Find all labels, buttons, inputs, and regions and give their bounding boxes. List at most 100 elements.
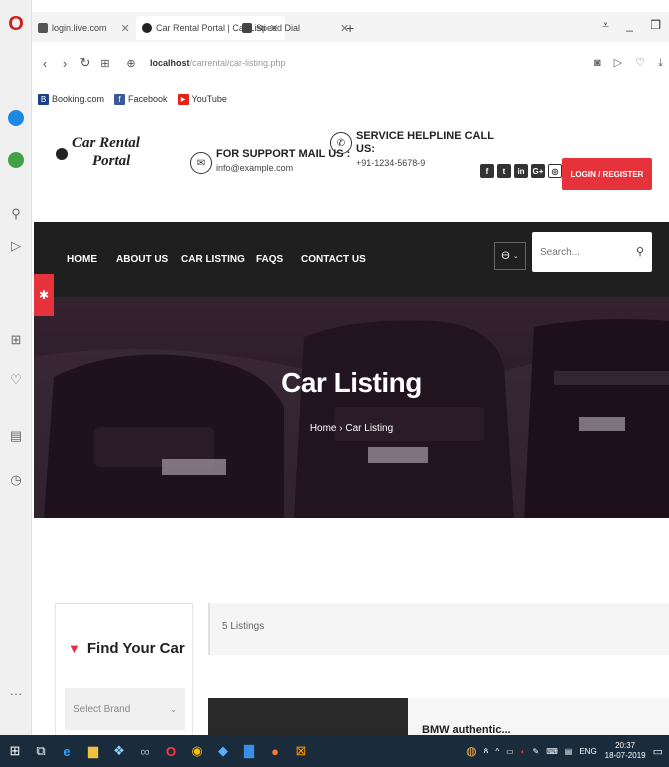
opera-logo-icon[interactable]: O bbox=[6, 13, 26, 35]
help-icon[interactable]: ◍ bbox=[466, 744, 476, 758]
site-logo[interactable]: Car Rental Portal bbox=[56, 134, 140, 170]
news-icon[interactable]: ▤ bbox=[6, 426, 26, 446]
search-icon[interactable]: ⚲ bbox=[636, 245, 644, 258]
language-indicator[interactable]: ENG bbox=[579, 747, 596, 756]
settings-gear-button[interactable]: ✱ bbox=[34, 274, 54, 316]
nav-about[interactable]: ABOUT US bbox=[116, 254, 168, 265]
word-icon[interactable]: ▇ bbox=[238, 740, 260, 762]
minimize-icon[interactable]: _ bbox=[626, 18, 633, 32]
speed-dial-icon[interactable]: ⊞ bbox=[6, 330, 26, 350]
tab-favicon-icon bbox=[242, 23, 252, 33]
instagram-icon[interactable]: ◎ bbox=[548, 164, 562, 178]
tab-favicon-icon bbox=[142, 23, 152, 33]
whatsapp-icon[interactable] bbox=[6, 150, 26, 170]
filter-panel: ▼ Find Your Car Select Brand ⌄ bbox=[55, 603, 193, 735]
maximize-icon[interactable]: ❐ bbox=[650, 18, 661, 32]
nav-car-listing[interactable]: CAR LISTING bbox=[181, 254, 245, 265]
twitter-icon[interactable]: t bbox=[497, 164, 511, 178]
edge-icon[interactable]: e bbox=[56, 740, 78, 762]
chrome-icon[interactable]: ◉ bbox=[186, 740, 208, 762]
page-banner: Car Listing Home › Car Listing bbox=[34, 297, 669, 518]
pen-icon[interactable]: ✎ bbox=[533, 747, 540, 756]
booking-icon: B bbox=[38, 93, 49, 105]
listing-title[interactable]: BMW authentic... bbox=[422, 724, 511, 735]
people-icon[interactable]: ጰ bbox=[484, 746, 489, 756]
helpline-title: SERVICE HELPLINE CALL bbox=[356, 130, 494, 142]
tab-menu-icon[interactable]: ⩡ bbox=[602, 18, 609, 32]
download-icon[interactable]: ⤓ bbox=[658, 57, 663, 69]
main-nav: HOME ABOUT US CAR LISTING FAQS CONTACT U… bbox=[34, 222, 669, 297]
more-icon[interactable]: … bbox=[6, 680, 26, 700]
messenger-icon[interactable] bbox=[6, 108, 26, 128]
linkedin-icon[interactable]: in bbox=[514, 164, 528, 178]
app-icon[interactable]: ◆ bbox=[212, 740, 234, 762]
task-view-icon[interactable]: ⧉ bbox=[30, 740, 52, 762]
reload-icon[interactable]: ↻ bbox=[78, 55, 92, 71]
file-explorer-icon[interactable]: ▆ bbox=[82, 740, 104, 762]
site-info-icon[interactable]: ⊕ bbox=[124, 57, 138, 70]
infinity-icon[interactable]: ∞ bbox=[134, 740, 156, 762]
tray-expand-icon[interactable]: ^ bbox=[495, 747, 499, 756]
clock[interactable]: 20:37 18-07-2019 bbox=[605, 741, 646, 761]
close-tab-icon[interactable]: ✕ bbox=[121, 22, 130, 35]
search-icon[interactable]: ⚲ bbox=[6, 204, 26, 224]
helpline: ✆ SERVICE HELPLINE CALL US: +91-1234-567… bbox=[330, 130, 494, 168]
tab-speed-dial[interactable]: Speed Dial ✕ bbox=[242, 16, 349, 40]
user-dropdown[interactable]: ϴ ⌄ bbox=[494, 242, 526, 270]
url-field[interactable]: localhost/carrental/car-listing.php bbox=[150, 58, 286, 68]
opera-taskbar-icon[interactable]: O bbox=[160, 740, 182, 762]
nav-contact[interactable]: CONTACT US bbox=[301, 254, 366, 265]
bookmark-facebook[interactable]: f Facebook bbox=[114, 93, 168, 105]
login-register-button[interactable]: LOGIN / REGISTER bbox=[562, 158, 652, 190]
xampp-icon[interactable]: ⊠ bbox=[290, 740, 312, 762]
tab-login-live[interactable]: login.live.com ✕ bbox=[38, 16, 130, 40]
notifications-icon[interactable]: ▭ bbox=[653, 745, 663, 758]
google-plus-icon[interactable]: G+ bbox=[531, 164, 545, 178]
window-controls: ⩡ _ ❐ bbox=[588, 18, 661, 33]
keyboard-icon[interactable]: ⌨ bbox=[546, 747, 558, 756]
bookmarks-bar: B Booking.com f Facebook ▶ YouTube bbox=[32, 88, 669, 110]
display-icon[interactable]: ▤ bbox=[565, 747, 573, 756]
address-bar: ‹ › ↻ ⊞ ⊕ localhost/carrental/car-listin… bbox=[32, 46, 669, 80]
search-box: ⚲ bbox=[532, 232, 652, 272]
forward-icon[interactable]: › bbox=[58, 56, 72, 71]
web-page: Car Rental Portal ✉ FOR SUPPORT MAIL US … bbox=[34, 114, 669, 735]
breadcrumb[interactable]: Home › Car Listing bbox=[34, 423, 669, 434]
send-icon[interactable]: ▷ bbox=[614, 57, 622, 69]
nav-faqs[interactable]: FAQS bbox=[256, 254, 283, 265]
tab-label: Speed Dial bbox=[256, 23, 301, 33]
banner-cars-photo bbox=[34, 297, 669, 518]
clock-date: 18-07-2019 bbox=[604, 751, 646, 760]
bookmark-booking[interactable]: B Booking.com bbox=[38, 93, 105, 105]
dropbox-icon[interactable]: ❖ bbox=[108, 740, 130, 762]
back-icon[interactable]: ‹ bbox=[38, 56, 52, 71]
mail-icon: ✉ bbox=[190, 152, 212, 174]
filter-icon: ▼ bbox=[68, 641, 81, 656]
antivirus-icon[interactable]: ◐ bbox=[521, 747, 526, 756]
new-tab-button[interactable]: + bbox=[346, 16, 354, 40]
bookmark-label: Booking.com bbox=[52, 94, 105, 104]
bookmark-heart-icon[interactable]: ♡ bbox=[635, 57, 645, 69]
play-icon[interactable]: ▷ bbox=[6, 236, 26, 256]
firefox-icon[interactable]: ● bbox=[264, 740, 286, 762]
brand-select-label: Select Brand bbox=[73, 703, 131, 715]
bookmark-youtube[interactable]: ▶ YouTube bbox=[177, 93, 227, 105]
logo-line2: Portal bbox=[92, 153, 131, 169]
listing-image[interactable] bbox=[208, 698, 408, 735]
social-links: f t in G+ ◎ bbox=[480, 164, 565, 178]
history-icon[interactable]: ◷ bbox=[6, 470, 26, 490]
nav-home[interactable]: HOME bbox=[67, 254, 97, 265]
speed-dial-grid-icon[interactable]: ⊞ bbox=[98, 57, 112, 70]
windows-start-icon[interactable]: ⊞ bbox=[4, 740, 26, 762]
tab-label: login.live.com bbox=[52, 23, 107, 33]
support-mail: ✉ FOR SUPPORT MAIL US : info@example.com bbox=[190, 148, 350, 174]
battery-icon[interactable]: ▭ bbox=[506, 747, 514, 756]
heart-icon[interactable]: ♡ bbox=[6, 370, 26, 390]
snapshot-icon[interactable]: ◙ bbox=[594, 57, 601, 69]
phone-icon: ✆ bbox=[330, 132, 352, 154]
helpline-value[interactable]: +91-1234-5678-9 bbox=[356, 158, 494, 168]
facebook-icon[interactable]: f bbox=[480, 164, 494, 178]
brand-select[interactable]: Select Brand ⌄ bbox=[65, 688, 185, 730]
search-input[interactable] bbox=[532, 232, 620, 272]
listing-card[interactable]: BMW authentic... bbox=[208, 698, 669, 735]
